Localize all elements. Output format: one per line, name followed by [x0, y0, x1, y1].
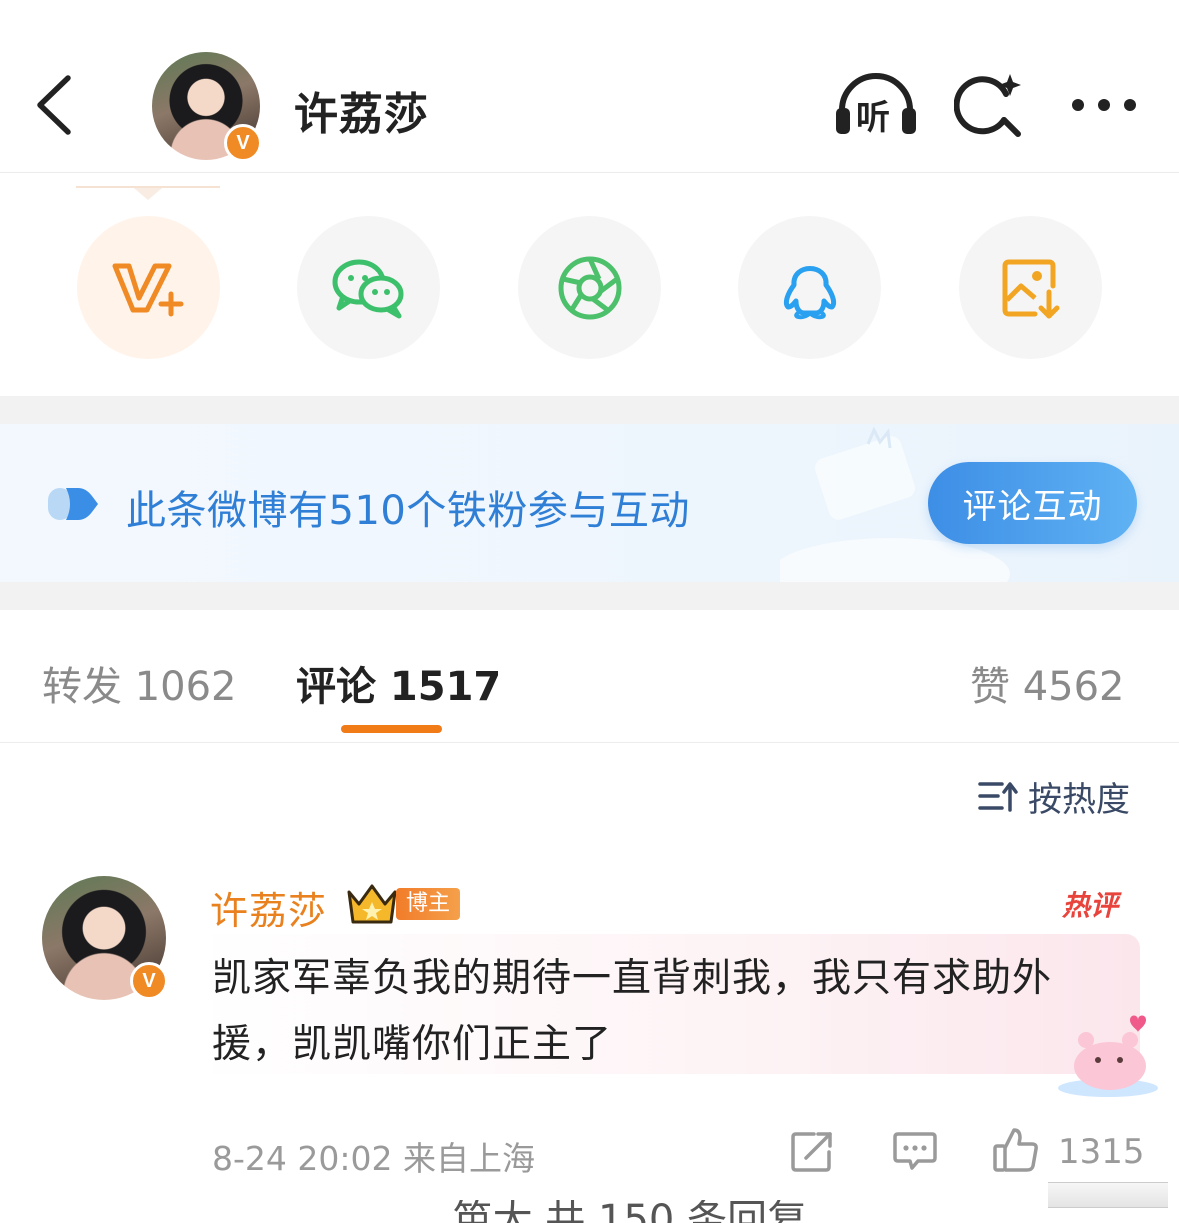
repost-icon[interactable] [790, 1130, 836, 1176]
tab-comments[interactable]: 评论 1517 [296, 654, 501, 712]
wechat-icon [332, 259, 403, 318]
pink-bear-sticker-icon [1050, 1014, 1160, 1098]
share-qq-button[interactable] [738, 216, 881, 359]
active-tab-indicator [341, 725, 442, 733]
iron-fans-text: 此条微博有510个铁粉参与互动 [126, 488, 690, 534]
qq-penguin-icon [783, 265, 836, 319]
share-fans-plus-button[interactable] [77, 216, 220, 359]
share-moments-button[interactable] [518, 216, 661, 359]
sort-label: 按热度 [1028, 779, 1130, 820]
comment-interact-button[interactable]: 评论互动 [928, 462, 1137, 544]
crown-icon [345, 882, 399, 930]
save-image-button[interactable] [959, 216, 1102, 359]
sort-by-hot-button[interactable]: 按热度 [978, 774, 1130, 820]
tabs-divider [0, 742, 1179, 743]
like-count: 1315 [1058, 1132, 1145, 1172]
more-dots-icon[interactable] [1068, 92, 1140, 118]
section-divider [0, 396, 1179, 424]
image-download-icon [1002, 259, 1059, 318]
section-divider [0, 582, 1179, 610]
thumbs-up-icon[interactable] [992, 1126, 1040, 1178]
tab-likes[interactable]: 赞 4562 [970, 654, 1125, 712]
top-nav-bar: V 许荔莎 听 [0, 0, 1179, 173]
sort-icon [978, 782, 1018, 812]
horizontal-scrollbar[interactable] [1048, 1182, 1168, 1208]
back-arrow-icon[interactable] [28, 72, 84, 138]
search-sparkle-icon[interactable] [953, 70, 1024, 140]
share-wechat-button[interactable] [297, 216, 440, 359]
v-plus-icon [112, 263, 183, 316]
hot-comment-badge: 热评 [1062, 889, 1119, 922]
blogger-badge: 博主 [396, 888, 461, 920]
verified-badge: V [130, 962, 168, 1000]
verified-badge: V [224, 124, 262, 162]
tab-reposts[interactable]: 转发 1062 [42, 654, 237, 712]
listen-label: 听 [856, 98, 890, 138]
page-title[interactable]: 许荔莎 [294, 78, 429, 142]
author-avatar[interactable]: V [152, 52, 262, 162]
headphones-icon[interactable]: 听 [832, 72, 920, 138]
comment-avatar[interactable]: V [42, 876, 168, 1000]
comment-reply-icon[interactable] [892, 1130, 938, 1176]
comment-meta: 8-24 20:02 来自上海 [212, 1139, 535, 1178]
share-tip-arrow [134, 188, 162, 200]
comment-text[interactable]: 凯家军辜负我的期待一直背刺我，我只有求助外援，凯凯嘴你们正主了 [212, 946, 1122, 1078]
comment-author-name[interactable]: 许荔莎 [210, 880, 327, 935]
next-reply-peek: ... ... ... 笆大 共 150 条回复 [300, 1200, 808, 1223]
aperture-icon [558, 256, 621, 319]
double-arrow-icon [48, 486, 100, 526]
